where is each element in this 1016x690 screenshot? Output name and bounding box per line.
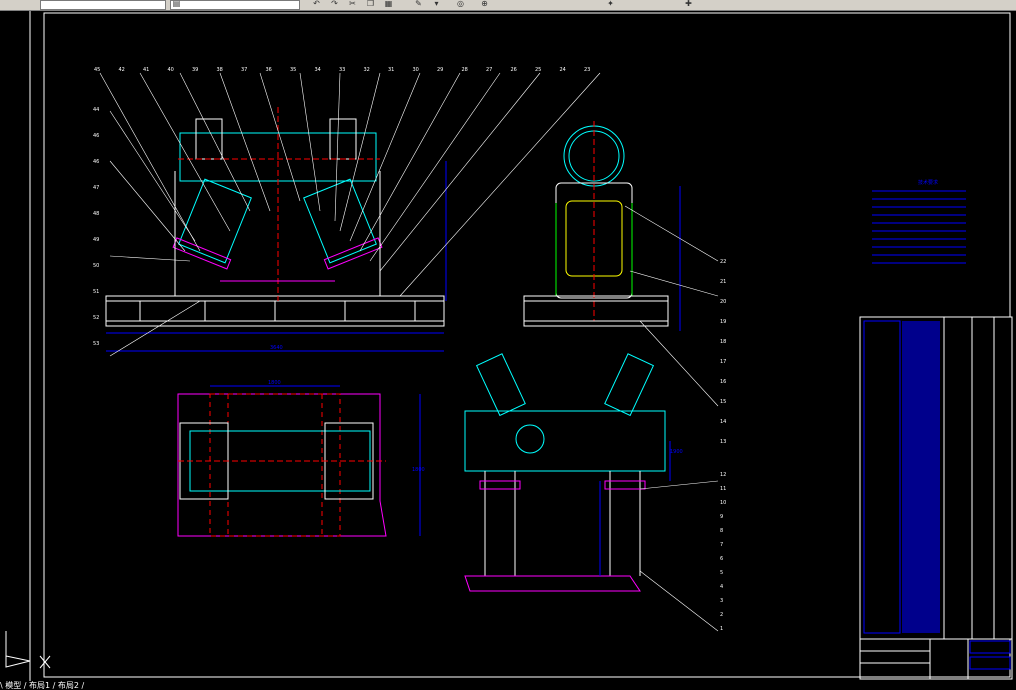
- balloon-label: 1: [720, 626, 723, 632]
- balloon-label: 53: [93, 341, 99, 347]
- technical-notes: 技术要求: [872, 179, 966, 264]
- layout-tabs[interactable]: \ 模型 ∕ 布局1 ∕ 布局2 ∕: [0, 681, 1016, 690]
- balloon-label: 8: [720, 528, 723, 534]
- balloon-label: 2: [720, 612, 723, 618]
- balloon-label: 34: [315, 67, 321, 73]
- balloon-label: 33: [339, 67, 345, 73]
- balloon-label: 10: [720, 500, 726, 506]
- balloon-label: 48: [93, 211, 99, 217]
- zoom-realtime-icon[interactable]: ⊕: [480, 0, 489, 8]
- front-view: 3640: [105, 107, 447, 352]
- balloon-label: 6: [720, 556, 723, 562]
- balloon-label: 51: [93, 289, 99, 295]
- balloon-label: 15: [720, 399, 726, 405]
- title-block: [859, 638, 1013, 680]
- balloon-label: 11: [720, 486, 726, 492]
- paste-icon[interactable]: ▦: [384, 0, 393, 8]
- plan-view: 1800 1800: [177, 380, 425, 537]
- drawing-canvas[interactable]: 3640 1800 1800 1900 技术要求 45 42 41 40 39 …: [0, 11, 1016, 681]
- layout-tabs-label[interactable]: \ 模型 ∕ 布局1 ∕ 布局2 ∕: [0, 681, 84, 690]
- balloon-label: 44: [93, 107, 99, 113]
- balloon-label: 7: [720, 542, 723, 548]
- balloon-label: 25: [535, 67, 541, 73]
- balloon-label: 30: [413, 67, 419, 73]
- balloon-label: 3: [720, 598, 723, 604]
- balloon-label: 17: [720, 359, 726, 365]
- undo-icon[interactable]: ↶: [312, 0, 321, 8]
- side-view: [523, 121, 681, 331]
- balloon-label: 20: [720, 299, 726, 305]
- svg-text:1800: 1800: [268, 380, 281, 386]
- zoom-icon[interactable]: ▾: [432, 0, 441, 8]
- match-props-icon[interactable]: ✎: [414, 0, 423, 8]
- balloon-label: 41: [143, 67, 149, 73]
- svg-text:1900: 1900: [670, 449, 683, 455]
- balloon-label: 18: [720, 339, 726, 345]
- balloon-label: 47: [93, 185, 99, 191]
- balloon-label: 23: [584, 67, 590, 73]
- balloon-label: 39: [192, 67, 198, 73]
- balloon-label: 29: [437, 67, 443, 73]
- toolbar: ▤ ↶ ↷ ✂ ❐ ▦ ✎ ▾ ◎ ⊕ ✦ ✚: [0, 0, 1016, 11]
- balloon-label: 22: [720, 259, 726, 265]
- balloon-label: 52: [93, 315, 99, 321]
- balloon-label: 21: [720, 279, 726, 285]
- balloon-label: 45: [94, 67, 100, 73]
- balloon-label: 35: [290, 67, 296, 73]
- balloon-label: 46: [93, 159, 99, 165]
- section-view: 1900: [464, 353, 683, 592]
- balloon-label: 40: [168, 67, 174, 73]
- balloon-label: 5: [720, 570, 723, 576]
- svg-text:3640: 3640: [270, 345, 283, 351]
- help-icon[interactable]: ✚: [684, 0, 693, 8]
- balloon-label: 42: [119, 67, 125, 73]
- pan-icon[interactable]: ◎: [456, 0, 465, 8]
- balloon-label: 31: [388, 67, 394, 73]
- balloon-label: 32: [364, 67, 370, 73]
- balloon-label: 38: [217, 67, 223, 73]
- parts-list-table: [859, 316, 1013, 640]
- balloon-label: 46: [93, 133, 99, 139]
- leader-lines: [99, 72, 719, 632]
- svg-text:1800: 1800: [412, 467, 425, 473]
- layer-dropdown[interactable]: [40, 0, 166, 10]
- balloon-label: 9: [720, 514, 723, 520]
- redo-icon[interactable]: ↷: [330, 0, 339, 8]
- cut-icon[interactable]: ✂: [348, 0, 357, 8]
- balloon-labels: 45 42 41 40 39 38 37 36 35 34 33 32 31 30 29 28 27 26 25 24…: [93, 67, 726, 632]
- balloon-label: 24: [560, 67, 566, 73]
- balloon-label: 49: [93, 237, 99, 243]
- copy-icon[interactable]: ❐: [366, 0, 375, 8]
- balloon-label: 4: [720, 584, 723, 590]
- layer-property-field[interactable]: [170, 0, 300, 10]
- svg-text:技术要求: 技术要求: [918, 179, 938, 186]
- balloon-label: 16: [720, 379, 726, 385]
- balloon-label: 13: [720, 439, 726, 445]
- balloon-label: 50: [93, 263, 99, 269]
- balloon-label: 19: [720, 319, 726, 325]
- balloon-label: 14: [720, 419, 726, 425]
- balloon-label: 36: [266, 67, 272, 73]
- ucs-icon: [5, 631, 51, 669]
- balloon-label: 26: [511, 67, 517, 73]
- balloon-label: 12: [720, 472, 726, 478]
- layer-manager-icon[interactable]: ▤: [172, 0, 181, 8]
- balloon-label: 28: [462, 67, 468, 73]
- properties-icon[interactable]: ✦: [606, 0, 615, 8]
- balloon-label: 37: [241, 67, 247, 73]
- balloon-label: 27: [486, 67, 492, 73]
